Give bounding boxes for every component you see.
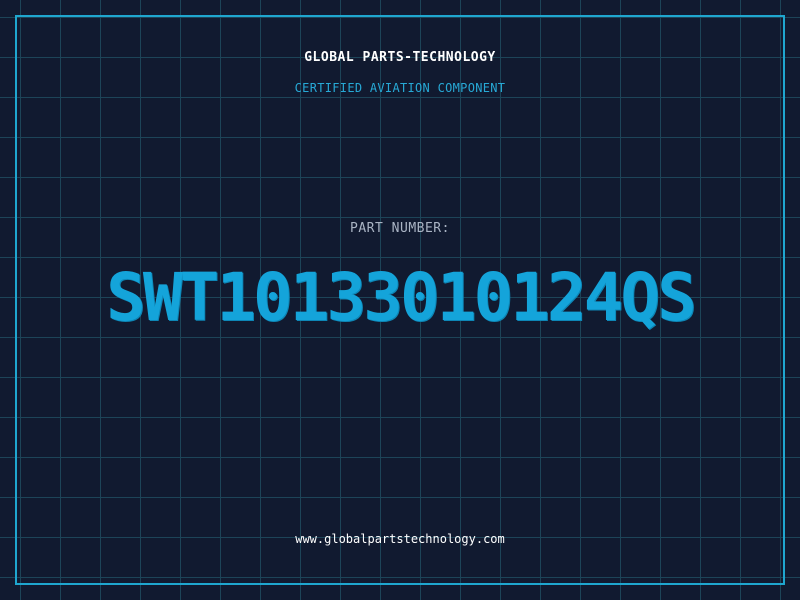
certificate-card: GLOBAL PARTS-TECHNOLOGY CERTIFIED AVIATI… (0, 0, 800, 600)
certification-subtitle: CERTIFIED AVIATION COMPONENT (294, 81, 506, 95)
part-number-value: SWT10133010124QS (106, 259, 697, 336)
company-name: GLOBAL PARTS-TECHNOLOGY (304, 50, 496, 65)
website-url: www.globalpartstechnology.com (295, 532, 505, 546)
part-number-label: PART NUMBER: (350, 221, 450, 236)
